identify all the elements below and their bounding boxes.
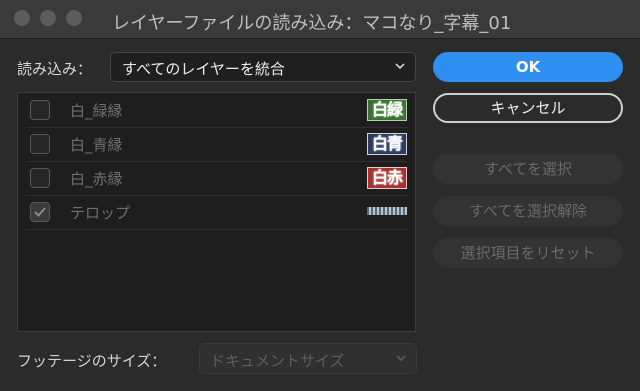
import-mode-value: すべてのレイヤーを統合: [122, 60, 285, 78]
layer-row[interactable]: 白_緑縁 白緑: [26, 93, 407, 128]
cancel-button[interactable]: キャンセル: [433, 93, 623, 123]
layer-checkbox[interactable]: [30, 202, 50, 222]
layer-name: テロップ: [70, 204, 131, 222]
layer-name: 白_青縁: [70, 136, 123, 154]
deselect-all-button[interactable]: すべてを選択解除: [433, 196, 623, 226]
ok-button[interactable]: OK: [433, 52, 623, 82]
select-all-button[interactable]: すべてを選択: [433, 154, 623, 184]
layer-thumbnail: 白緑: [367, 99, 407, 121]
chevron-down-icon: [395, 63, 405, 70]
layer-row[interactable]: 白_青縁 白青: [26, 127, 407, 162]
title-bar: レイヤーファイルの読み込み：マコなり_字幕_01: [0, 0, 640, 39]
chevron-down-icon: [396, 355, 406, 362]
layer-thumbnail: 白青: [367, 133, 407, 155]
footage-size-dropdown[interactable]: ドキュメントサイズ: [199, 343, 417, 374]
footage-size-value: ドキュメントサイズ: [210, 352, 345, 370]
reset-selection-button[interactable]: 選択項目をリセット: [433, 238, 623, 268]
close-window-button[interactable]: [14, 10, 30, 26]
minimize-window-button[interactable]: [40, 10, 56, 26]
layer-thumbnail: 白赤: [367, 167, 407, 189]
layer-checkbox[interactable]: [30, 100, 50, 120]
layer-list: 白_緑縁 白緑 白_青縁 白青 白_赤縁 白赤 テロップ: [17, 92, 416, 332]
layer-checkbox[interactable]: [30, 134, 50, 154]
checkmark-icon: [34, 207, 46, 217]
zoom-window-button[interactable]: [66, 10, 82, 26]
layer-name: 白_赤縁: [70, 170, 123, 188]
window-title: レイヤーファイルの読み込み：マコなり_字幕_01: [112, 13, 512, 34]
layer-thumbnail: [367, 207, 407, 215]
import-label: 読み込み：: [17, 60, 93, 78]
footage-size-label: フッテージのサイズ：: [17, 352, 167, 370]
layer-checkbox[interactable]: [30, 168, 50, 188]
layer-row[interactable]: テロップ: [26, 195, 407, 230]
import-mode-dropdown[interactable]: すべてのレイヤーを統合: [110, 52, 416, 82]
layer-row[interactable]: 白_赤縁 白赤: [26, 161, 407, 196]
layer-name: 白_緑縁: [70, 102, 123, 120]
